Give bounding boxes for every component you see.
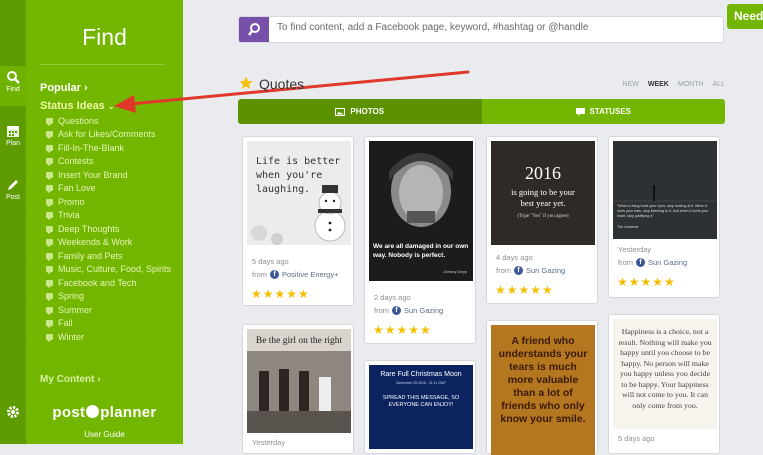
content-card[interactable]: "When a thing hurts your eyes, stop look… xyxy=(608,136,720,298)
card-image[interactable]: "When a thing hurts your eyes, stop look… xyxy=(613,141,717,239)
portrait-photo xyxy=(389,153,453,227)
content-card[interactable]: Be the girl on the right Yesterday xyxy=(242,324,354,454)
card-date: 5 days ago xyxy=(252,257,289,266)
image-icon xyxy=(335,107,346,116)
card-image-text: 2016 xyxy=(525,163,561,183)
card-source-name[interactable]: Positive Energy+ xyxy=(282,270,339,279)
card-from-label: from xyxy=(496,266,511,275)
card-image-credit: Johnny Depp xyxy=(443,269,467,274)
card-rating[interactable]: ★★★★★ xyxy=(495,283,554,297)
filter-week[interactable]: WEEK xyxy=(648,81,669,88)
card-image-text: We are all damaged in our own way. Nobod… xyxy=(373,243,469,259)
content-card[interactable]: A friend who understands your tears is m… xyxy=(486,320,598,455)
star-icon xyxy=(239,76,253,89)
card-image-credit: The Universe xyxy=(617,225,639,229)
card-image[interactable]: We are all damaged in our own way. Nobod… xyxy=(369,141,473,281)
card-image-text: Rare Full Christmas Moon xyxy=(380,371,462,378)
card-image[interactable]: A friend who understands your tears is m… xyxy=(491,325,595,455)
content-type-tabs: PHOTOS STATUSES xyxy=(238,99,725,124)
card-image-text-3: (Type "Yes" if you agree) xyxy=(517,214,569,219)
card-image[interactable]: Be the girl on the right xyxy=(247,329,351,433)
card-date: 4 days ago xyxy=(496,253,533,262)
card-source: from f Positive Energy+ xyxy=(252,270,339,279)
need-help-button[interactable]: Need xyxy=(727,4,763,29)
card-rating[interactable]: ★★★★★ xyxy=(251,287,310,301)
card-image-text-2: December 25 2015 - 11:11 GMT xyxy=(396,381,446,385)
card-image-text: Be the girl on the right xyxy=(255,336,343,346)
content-card[interactable]: We are all damaged in our own way. Nobod… xyxy=(364,136,476,344)
card-date: Yesterday xyxy=(252,438,286,447)
card-date: 5 days ago xyxy=(618,434,655,443)
card-rating[interactable]: ★★★★★ xyxy=(617,275,676,289)
search-bar xyxy=(238,16,724,43)
card-source-name[interactable]: Sun Gazing xyxy=(404,306,443,315)
content-card[interactable]: 2016 is going to be your best year yet. … xyxy=(486,136,598,304)
speech-bubble-icon xyxy=(575,107,585,116)
card-rating[interactable]: ★★★★★ xyxy=(373,323,432,337)
card-source: from f Sun Gazing xyxy=(496,266,565,275)
card-from-label: from xyxy=(252,270,267,279)
card-image[interactable]: Rare Full Christmas Moon December 25 201… xyxy=(369,365,473,449)
tab-statuses[interactable]: STATUSES xyxy=(481,99,725,124)
snowman-illustration xyxy=(251,185,346,245)
facebook-icon: f xyxy=(392,306,401,315)
girls-photo xyxy=(247,351,351,433)
filter-new[interactable]: NEW xyxy=(623,81,639,88)
card-from-label: from xyxy=(374,306,389,315)
tab-label: PHOTOS xyxy=(350,107,385,116)
filter-month[interactable]: MONTH xyxy=(678,81,704,88)
search-icon xyxy=(248,23,260,36)
card-source-name[interactable]: Sun Gazing xyxy=(526,266,565,275)
card-source: from f Sun Gazing xyxy=(374,306,443,315)
card-image-text: A friend who understands your tears is m… xyxy=(498,335,588,425)
card-image-text-2: is going to be your best year yet. xyxy=(511,187,575,208)
card-image-text: "When a thing hurts your eyes, stop look… xyxy=(617,204,709,218)
time-filter-group: NEW WEEK MONTH ALL xyxy=(623,81,725,88)
search-button[interactable] xyxy=(239,17,269,42)
card-image[interactable]: 2016 is going to be your best year yet. … xyxy=(491,141,595,245)
tab-label: STATUSES xyxy=(589,107,631,116)
content-card[interactable]: Life is better when you're laughing. 5 d… xyxy=(242,136,354,306)
facebook-icon: f xyxy=(514,266,523,275)
card-image-text: Happiness is a choice, not a result. Not… xyxy=(618,327,712,410)
tab-photos[interactable]: PHOTOS xyxy=(238,99,482,124)
card-source-name[interactable]: Sun Gazing xyxy=(648,258,687,267)
card-date: 2 days ago xyxy=(374,293,411,302)
card-date: Yesterday xyxy=(618,245,652,254)
search-input[interactable] xyxy=(277,22,717,33)
card-image[interactable]: Life is better when you're laughing. xyxy=(247,141,351,245)
facebook-icon: f xyxy=(270,270,279,279)
filter-all[interactable]: ALL xyxy=(713,81,725,88)
card-image[interactable]: Happiness is a choice, not a result. Not… xyxy=(613,319,717,429)
content-card[interactable]: Happiness is a choice, not a result. Not… xyxy=(608,314,720,454)
facebook-icon: f xyxy=(636,258,645,267)
section-title: Quotes xyxy=(259,76,305,92)
card-source: from f Sun Gazing xyxy=(618,258,687,267)
card-image-text-3: SPREAD THIS MESSAGE, SO EVERYONE CAN ENJ… xyxy=(382,395,460,408)
card-from-label: from xyxy=(618,258,633,267)
content-card[interactable]: Rare Full Christmas Moon December 25 201… xyxy=(364,360,476,454)
